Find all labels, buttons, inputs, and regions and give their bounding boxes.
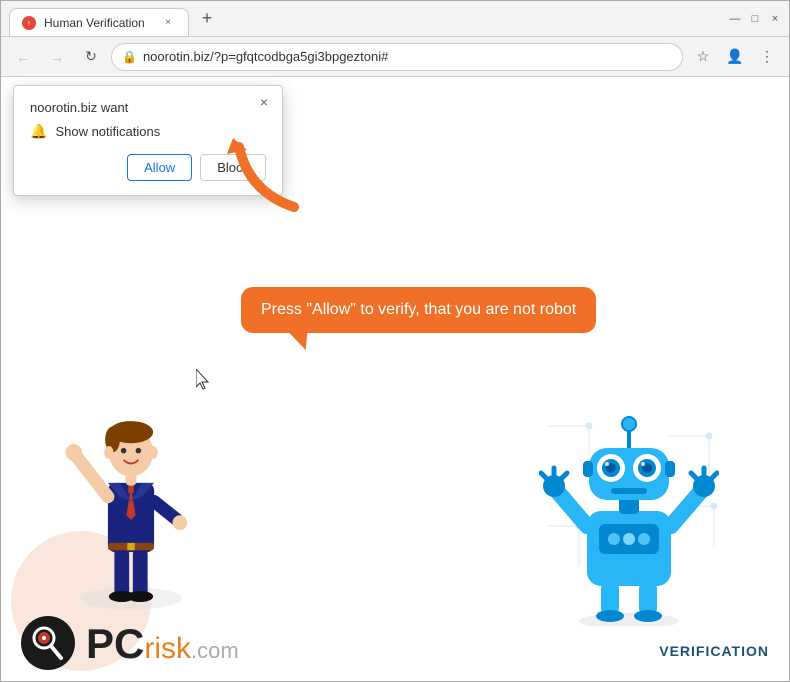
bell-icon: 🔔	[30, 123, 47, 140]
robot-illustration	[539, 406, 719, 626]
active-tab[interactable]: ! Human Verification ×	[9, 8, 189, 36]
pcrisk-domain-text: .com	[191, 638, 239, 664]
maximize-button[interactable]: □	[749, 13, 761, 25]
address-bar: ← → ↻ 🔒 noorotin.biz/?p=gfqtcodbga5gi3bp…	[1, 37, 789, 77]
tab-favicon: !	[22, 16, 36, 30]
svg-text:!: !	[28, 21, 30, 28]
menu-button[interactable]: ⋮	[753, 43, 781, 71]
page-content: × noorotin.biz want 🔔 Show notifications…	[1, 77, 789, 681]
cursor	[196, 369, 212, 391]
tab-area: ! Human Verification × +	[9, 1, 721, 36]
close-button[interactable]: ×	[769, 13, 781, 25]
window-controls: — □ ×	[729, 13, 781, 25]
pcrisk-logo-area: PC risk .com	[21, 616, 239, 671]
pcrisk-pc-text: PC	[86, 623, 144, 665]
url-bar[interactable]: 🔒 noorotin.biz/?p=gfqtcodbga5gi3bpgezton…	[111, 43, 683, 71]
tab-title: Human Verification	[44, 16, 152, 30]
lock-icon: 🔒	[122, 50, 137, 64]
url-text: noorotin.biz/?p=gfqtcodbga5gi3bpgeztoni#	[143, 49, 672, 64]
speech-bubble: Press "Allow" to verify, that you are no…	[241, 287, 596, 333]
profile-button[interactable]: 👤	[721, 43, 749, 71]
allow-button[interactable]: Allow	[127, 154, 192, 181]
verification-label: VERIFICATION	[659, 643, 769, 659]
man-illustration	[51, 386, 211, 626]
tab-close-button[interactable]: ×	[160, 15, 176, 31]
pcrisk-text-group: PC risk .com	[86, 623, 239, 665]
browser-window: ! Human Verification × + — □ × ← → ↻ 🔒 n…	[0, 0, 790, 682]
title-bar: ! Human Verification × + — □ ×	[1, 1, 789, 37]
forward-button[interactable]: →	[43, 43, 71, 71]
back-button[interactable]: ←	[9, 43, 37, 71]
popup-notification-text: Show notifications	[55, 124, 160, 139]
minimize-button[interactable]: —	[729, 13, 741, 25]
bookmark-button[interactable]: ☆	[689, 43, 717, 71]
pcrisk-logo-icon	[21, 616, 76, 671]
address-actions: ☆ 👤 ⋮	[689, 43, 781, 71]
popup-site-text: noorotin.biz want	[30, 100, 266, 115]
reload-button[interactable]: ↻	[77, 43, 105, 71]
new-tab-button[interactable]: +	[193, 5, 221, 33]
speech-bubble-text: Press "Allow" to verify, that you are no…	[261, 301, 576, 318]
arrow-indicator	[219, 132, 309, 227]
popup-close-button[interactable]: ×	[254, 92, 274, 112]
pcrisk-risk-text: risk	[144, 634, 191, 664]
